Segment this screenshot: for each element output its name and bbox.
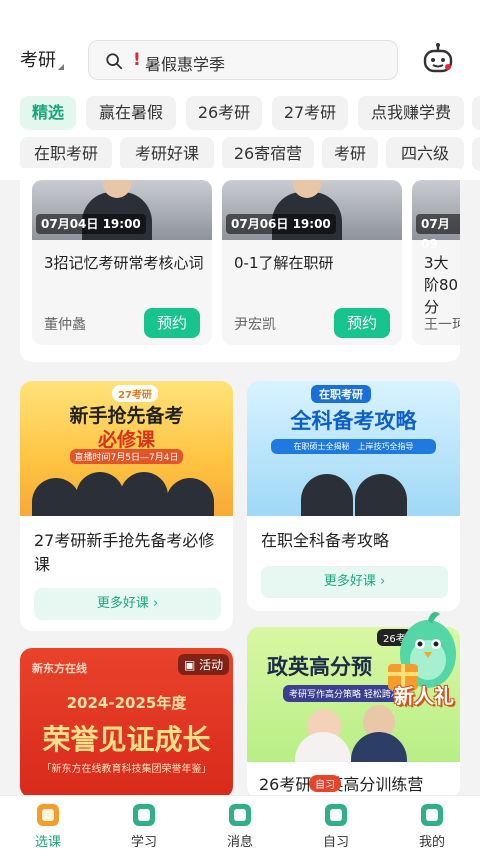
alert-exclamation-icon: ! <box>133 50 141 70</box>
customer-service-robot-icon[interactable] <box>420 42 456 78</box>
tab-study[interactable]: 学习 <box>114 804 174 850</box>
chip-good-courses[interactable]: 考研好课 <box>120 137 214 171</box>
course-banner: 在职考研 全科备考攻略 在职硕士全揭秘 上岸技巧全指导 <box>247 381 460 516</box>
banner-title-accent: 必修课 <box>97 429 155 451</box>
more-courses-button[interactable]: 更多好课 › <box>261 566 448 598</box>
live-card[interactable]: 07月09 3大阶80分 王一珂 <box>412 180 460 345</box>
profile-icon <box>421 804 443 826</box>
tab-label: 消息 <box>226 835 253 850</box>
activity-banner: 新东方在线 ▣ 活动 2024-2025年度 荣誉见证成长 「新东方在线教育科技… <box>20 648 233 798</box>
search-placeholder: 暑假惠学季 <box>145 55 226 74</box>
more-courses-button[interactable]: 更多好课 › <box>34 588 221 620</box>
activity-card[interactable]: 新东方在线 ▣ 活动 2024-2025年度 荣誉见证成长 「新东方在线教育科技… <box>20 648 233 798</box>
teacher-name: 董仲蠡 <box>44 317 86 333</box>
banner-date: 直播时间7月5日—7月4日 <box>70 449 183 464</box>
chip-boarding-camp[interactable]: 26寄宿营 <box>222 137 314 171</box>
self-study-icon <box>325 804 347 826</box>
tab-courses[interactable]: 选课 <box>18 804 78 850</box>
chip-cet[interactable]: 四六级 <box>386 137 464 171</box>
chip-label: 26考研 <box>197 103 251 122</box>
chip-earn-tuition[interactable]: 点我赚学费 <box>358 96 464 130</box>
study-icon <box>133 804 155 826</box>
course-banner: 27考研 新手抢先备考 必修课 直播时间7月5日—7月4日 <box>20 381 233 516</box>
tab-label: 我的 <box>418 835 445 850</box>
search-bar[interactable]: ! 暑假惠学季 <box>88 40 398 80</box>
self-study-tag: 自习 <box>309 775 341 792</box>
chip-label: 精选 <box>31 103 64 122</box>
messages-icon <box>229 804 251 826</box>
banner-title: 全科备考攻略 <box>290 409 417 433</box>
activity-year: 2024-2025年度 <box>66 694 187 712</box>
chip-label: 点我赚学费 <box>370 103 451 122</box>
brand-logo: 新东方在线 <box>32 662 87 675</box>
course-card[interactable]: 27考研 新手抢先备考 必修课 直播时间7月5日—7月4日 27考研新手抢先备考… <box>20 381 233 631</box>
course-card[interactable]: 在职考研 全科备考攻略 在职硕士全揭秘 上岸技巧全指导 在职全科备考攻略 更多好… <box>247 381 460 611</box>
new-user-gift-label: 新人礼 <box>394 684 454 708</box>
live-title: 3大阶80分 <box>424 254 459 316</box>
chip-label: 考研好课 <box>134 144 199 163</box>
course-title: 在职全科备考攻略 <box>261 531 390 550</box>
live-card[interactable]: 07月06日 19:00 0-1了解在职研 尹宏凯 预约 <box>222 180 402 345</box>
activity-title: 荣誉见证成长 <box>42 723 211 756</box>
new-user-gift-float[interactable]: 新人礼 <box>384 604 464 719</box>
chip-label: 27考研 <box>283 103 337 122</box>
courses-icon <box>37 804 59 826</box>
tab-profile[interactable]: 我的 <box>402 804 462 850</box>
chip-featured[interactable]: 精选 <box>20 96 76 130</box>
live-title: 3招记忆考研常考核心词 <box>44 254 204 272</box>
more-label: 更多好课 <box>323 574 376 589</box>
chip-overflow[interactable] <box>472 137 480 171</box>
activity-tag: ▣ 活动 <box>178 654 230 675</box>
tab-label: 自习 <box>322 835 349 850</box>
chip-label: 考研 <box>333 144 366 163</box>
chip-label: 四六级 <box>400 144 449 163</box>
banner-subtitle: 在职硕士全揭秘 上岸技巧全指导 <box>271 439 436 454</box>
banner-title: 政英高分预 <box>267 655 372 679</box>
more-label: 更多好课 <box>96 596 149 611</box>
teacher-name: 尹宏凯 <box>234 317 276 333</box>
banner-title: 新手抢先备考 <box>69 405 184 427</box>
live-title: 0-1了解在职研 <box>234 254 334 272</box>
chip-in-service[interactable]: 在职考研 <box>20 137 112 171</box>
teacher-name: 王一珂 <box>424 317 460 333</box>
chip-summer[interactable]: 赢在暑假 <box>86 96 176 130</box>
exam-category-label: 考研 <box>20 50 56 71</box>
dropdown-corner-icon <box>58 64 64 70</box>
chip-26-exam[interactable]: 26考研 <box>186 96 262 130</box>
activity-subtitle: 「新东方在线教育科技集团荣誉年鉴」 <box>41 764 212 775</box>
course-title: 26考研政英高分训练营 <box>259 775 424 794</box>
tab-label: 学习 <box>130 835 157 850</box>
chip-label: 赢在暑假 <box>98 103 163 122</box>
live-time-badge: 07月09 <box>416 214 460 251</box>
live-section: 07月04日 19:00 3招记忆考研常考核心词 董仲蠡 预约 07月06日 1… <box>20 168 460 362</box>
chip-label: 26寄宿营 <box>233 144 303 163</box>
course-title: 27考研新手抢先备考必修课 <box>34 531 215 574</box>
reserve-button[interactable]: 预约 <box>334 308 390 338</box>
exam-category-select[interactable]: 考研 <box>20 46 64 72</box>
live-time-badge: 07月04日 19:00 <box>36 214 146 234</box>
bottom-tab-bar: 选课 学习 消息 自习 我的 <box>0 795 480 853</box>
chip-27-exam[interactable]: 27考研 <box>272 96 348 130</box>
chip-exam[interactable]: 考研 <box>322 137 378 171</box>
reserve-button[interactable]: 预约 <box>144 308 200 338</box>
tab-self-study[interactable]: 自习 <box>306 804 366 850</box>
course-badge: 在职考研 <box>311 385 371 403</box>
chip-label: 在职考研 <box>33 144 98 163</box>
calendar-icon: ▣ <box>184 658 196 672</box>
tab-messages[interactable]: 消息 <box>210 804 270 850</box>
live-time-badge: 07月06日 19:00 <box>226 214 336 234</box>
tab-label: 选课 <box>34 835 61 850</box>
search-icon <box>106 53 123 70</box>
chip-overflow[interactable] <box>472 96 480 130</box>
top-header: 考研 ! 暑假惠学季 精选 赢在暑假 26考研 27考研 点我赚学费 在职考研 … <box>0 0 480 180</box>
course-badge: 27考研 <box>112 385 158 402</box>
live-card[interactable]: 07月04日 19:00 3招记忆考研常考核心词 董仲蠡 预约 <box>32 180 212 345</box>
